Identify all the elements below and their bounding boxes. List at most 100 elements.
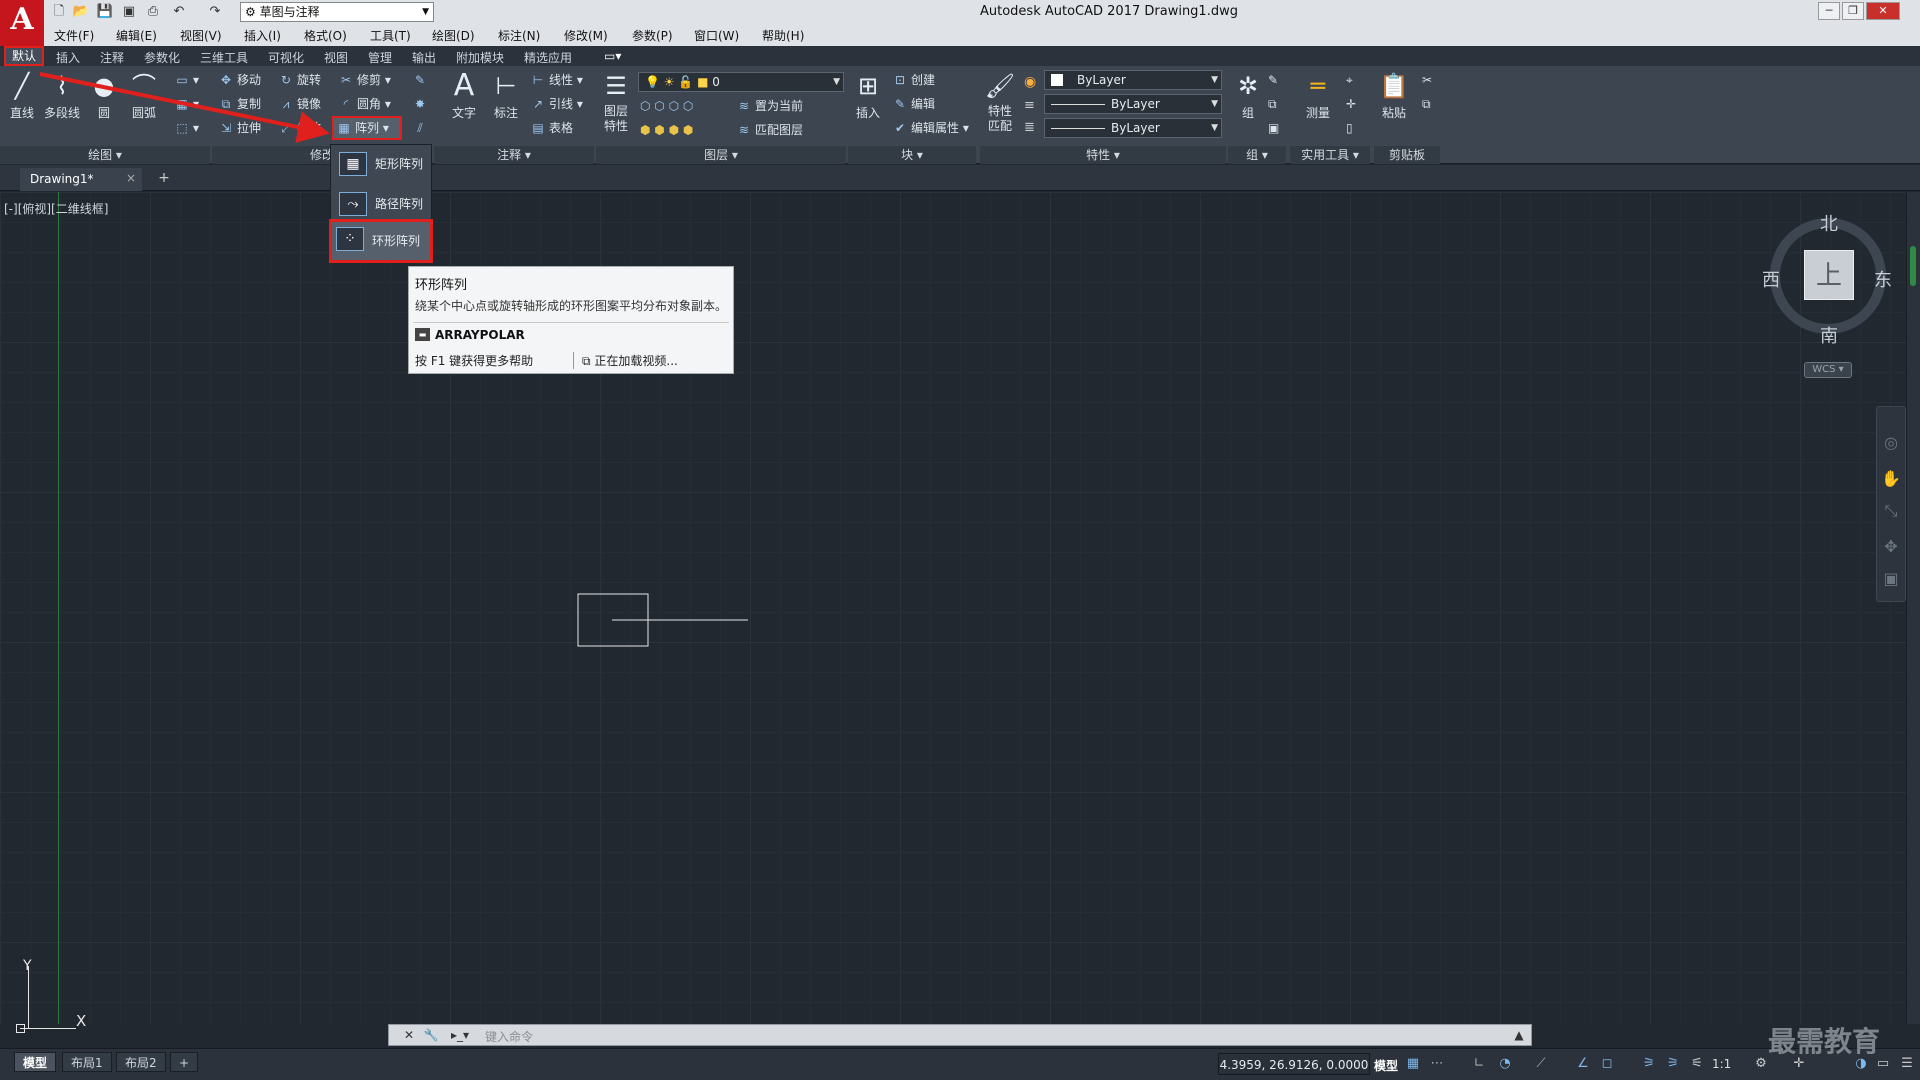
object-snap-tracking-icon[interactable]: ∠: [1574, 1055, 1592, 1073]
text-button[interactable]: A 文字: [444, 70, 484, 121]
tab-featured-apps[interactable]: 精选应用: [524, 49, 572, 66]
customization-icon[interactable]: ☰: [1898, 1055, 1916, 1073]
linetype-select[interactable]: ByLayer ▼: [1044, 94, 1222, 114]
minimize-button[interactable]: ─: [1818, 2, 1840, 20]
orbit-icon[interactable]: ✥: [1877, 535, 1905, 559]
autocad-logo-icon[interactable]: A: [0, 0, 44, 48]
ortho-icon[interactable]: ∟: [1470, 1055, 1488, 1073]
ungroup-icon[interactable]: ⧉: [1268, 94, 1277, 114]
set-current-button[interactable]: ≋ 置为当前: [736, 96, 803, 116]
menu-draw[interactable]: 绘图(D): [432, 27, 475, 44]
command-line[interactable]: ✕ 🔧 ▸_▾ 键入命令 ▲: [388, 1024, 1532, 1046]
menu-format[interactable]: 格式(O): [304, 27, 347, 44]
drawing-geometry[interactable]: [560, 580, 760, 660]
rectangular-array-item[interactable]: ▦ 矩形阵列: [335, 147, 427, 181]
object-snap-icon[interactable]: ◻: [1598, 1055, 1616, 1073]
compass-north[interactable]: 北: [1820, 210, 1838, 236]
measure-button[interactable]: ═ 测量: [1298, 70, 1338, 121]
steering-wheel-icon[interactable]: ◎: [1877, 431, 1905, 455]
calculator-icon[interactable]: ▯: [1346, 118, 1353, 138]
pan-icon[interactable]: ✋: [1877, 467, 1905, 491]
grid-icon[interactable]: ▦: [1404, 1055, 1422, 1073]
leader-button[interactable]: ↗ 引线 ▾: [530, 94, 583, 114]
scroll-thumb[interactable]: [1910, 246, 1916, 286]
polar-array-item[interactable]: ⁘ 环形阵列: [329, 219, 433, 263]
copy-clip-icon[interactable]: ⧉: [1422, 94, 1431, 114]
chevron-up-icon[interactable]: ▲: [1511, 1027, 1527, 1043]
match-properties-button[interactable]: 🖌 特性 匹配: [980, 70, 1020, 134]
edit-block-button[interactable]: ✎ 编辑: [892, 94, 935, 114]
viewcube-top-face[interactable]: 上: [1804, 250, 1854, 300]
menu-insert[interactable]: 插入(I): [244, 27, 281, 44]
path-array-item[interactable]: ⤳ 路径阵列: [335, 187, 427, 221]
snap-icon[interactable]: ⋯: [1428, 1055, 1446, 1073]
command-input[interactable]: 键入命令: [485, 1028, 533, 1045]
utilities-panel-label[interactable]: 实用工具 ▾: [1290, 146, 1370, 164]
annotation-visibility-icon[interactable]: ⚞: [1640, 1055, 1658, 1073]
open-file-icon[interactable]: 📂: [72, 3, 90, 21]
zoom-extents-icon[interactable]: ⤡: [1877, 499, 1905, 523]
save-as-icon[interactable]: ▣: [120, 3, 138, 21]
layers-panel-label[interactable]: 图层 ▾: [596, 146, 846, 164]
showmotion-icon[interactable]: ▣: [1877, 567, 1905, 591]
menu-edit[interactable]: 编辑(E): [116, 27, 157, 44]
drawing-canvas[interactable]: [0, 192, 1906, 1024]
cut-icon[interactable]: ✂: [1422, 70, 1432, 90]
menu-window[interactable]: 窗口(W): [694, 27, 739, 44]
close-button[interactable]: ✕: [1866, 2, 1900, 20]
coordinates-readout[interactable]: 4.3959, 26.9126, 0.0000: [1218, 1053, 1370, 1075]
add-layout-button[interactable]: +: [170, 1052, 199, 1072]
workspace-select[interactable]: ⚙ 草图与注释 ▼: [240, 2, 434, 22]
edit-attributes-button[interactable]: ✔ 编辑属性 ▾: [892, 118, 969, 138]
maximize-button[interactable]: ❐: [1842, 2, 1864, 20]
save-icon[interactable]: 💾: [96, 3, 114, 21]
group-panel-label[interactable]: 组 ▾: [1228, 146, 1286, 164]
auto-scale-icon[interactable]: ⚞: [1664, 1055, 1682, 1073]
clipboard-panel-label[interactable]: 剪贴板: [1374, 146, 1440, 164]
menu-parametric[interactable]: 参数(P): [632, 27, 673, 44]
wrench-icon[interactable]: 🔧: [423, 1027, 439, 1043]
compass-south[interactable]: 南: [1820, 322, 1838, 348]
tab-layout2[interactable]: 布局2: [116, 1052, 166, 1072]
color-select[interactable]: ByLayer ▼: [1044, 70, 1222, 90]
create-block-button[interactable]: ⊡ 创建: [892, 70, 935, 90]
group-edit-icon[interactable]: ✎: [1268, 70, 1278, 90]
polar-tracking-icon[interactable]: ◔: [1496, 1055, 1514, 1073]
paste-button[interactable]: 📋 粘贴: [1374, 70, 1414, 121]
vertical-scrollbar[interactable]: [1906, 192, 1920, 1024]
ribbon-options-icon[interactable]: ▭▾: [604, 49, 621, 63]
menu-file[interactable]: 文件(F): [54, 27, 94, 44]
point-icon[interactable]: ✛: [1346, 94, 1356, 114]
layer-tools-row1[interactable]: ⬡ ⬡ ⬡ ⬡: [640, 96, 693, 116]
layer-tools-row2[interactable]: ⬢ ⬢ ⬢ ⬢: [640, 120, 693, 140]
annotation-panel-label[interactable]: 注释 ▾: [434, 146, 594, 164]
menu-modify[interactable]: 修改(M): [564, 27, 608, 44]
group-button[interactable]: ✲ 组: [1228, 70, 1268, 121]
print-icon[interactable]: ⎙: [144, 3, 162, 21]
close-icon[interactable]: ✕: [401, 1027, 417, 1043]
dimension-button[interactable]: ⊢ 标注: [486, 70, 526, 121]
group-select-icon[interactable]: ▣: [1268, 118, 1279, 138]
new-file-icon[interactable]: 🗋: [50, 3, 68, 21]
menu-help[interactable]: 帮助(H): [762, 27, 804, 44]
isodraft-icon[interactable]: ⟋: [1532, 1055, 1550, 1073]
redo-icon[interactable]: ↷: [206, 3, 224, 21]
match-layer-button[interactable]: ≋ 匹配图层: [736, 120, 803, 140]
command-prompt-icon[interactable]: ▸_▾: [447, 1027, 473, 1043]
layer-select[interactable]: 💡 ☀ 🔓 ■ 0 ▼: [638, 72, 844, 92]
layer-properties-button[interactable]: ☰ 图层 特性: [596, 70, 636, 134]
tab-addins[interactable]: 附加模块: [456, 49, 504, 66]
tab-model[interactable]: 模型: [14, 1052, 57, 1072]
properties-panel-label[interactable]: 特性 ▾: [980, 146, 1226, 164]
annotation-scale[interactable]: 1:1: [1712, 1057, 1731, 1071]
block-panel-label[interactable]: 块 ▾: [848, 146, 976, 164]
menu-dimension[interactable]: 标注(N): [498, 27, 540, 44]
menu-tools[interactable]: 工具(T): [370, 27, 411, 44]
insert-block-button[interactable]: ⊞ 插入: [848, 70, 888, 121]
annotation-scale-icon[interactable]: ⚟: [1688, 1055, 1706, 1073]
tab-layout1[interactable]: 布局1: [62, 1052, 112, 1072]
linear-button[interactable]: ⊢ 线性 ▾: [530, 70, 583, 90]
compass-east[interactable]: 东: [1874, 266, 1892, 292]
compass-west[interactable]: 西: [1762, 266, 1780, 292]
lineweight-select[interactable]: ByLayer ▼: [1044, 118, 1222, 138]
